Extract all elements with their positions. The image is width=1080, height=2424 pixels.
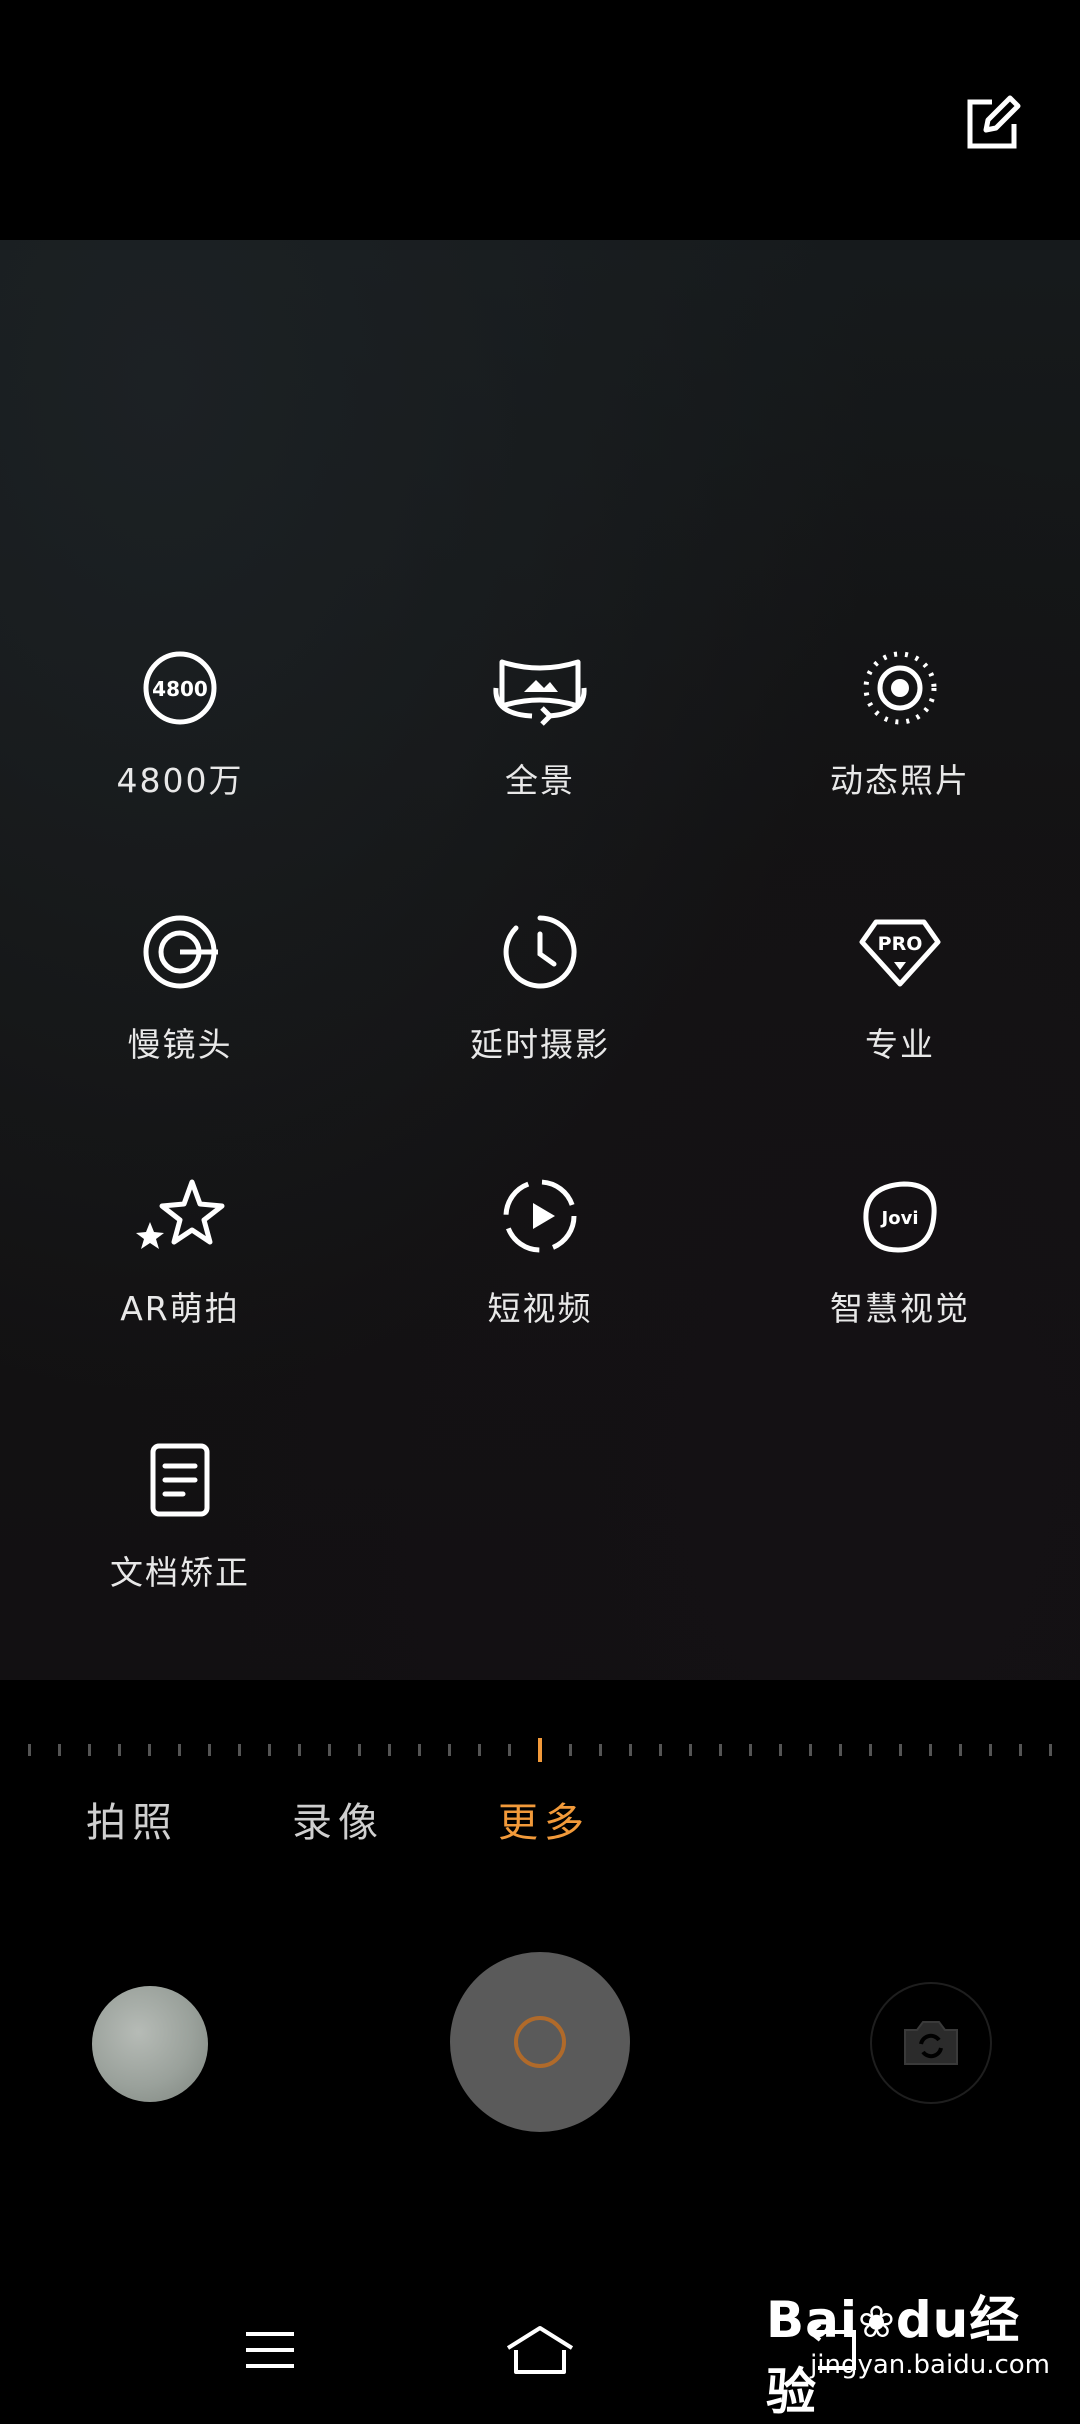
svg-text:Jovi: Jovi (880, 1208, 919, 1229)
document-icon (132, 1432, 228, 1528)
mode-scroll-ruler[interactable] (28, 1738, 1052, 1762)
short-video-icon (492, 1168, 588, 1264)
ar-stars-icon (132, 1168, 228, 1264)
capture-mode-tabs: 拍照 录像 更多 (0, 1790, 1080, 1850)
ruler-tick (659, 1744, 662, 1756)
mode-label: 4800万 (116, 761, 244, 800)
time-lapse-icon (492, 904, 588, 1000)
mode-label: 智慧视觉 (830, 1289, 970, 1328)
ruler-tick (508, 1744, 511, 1756)
home-button[interactable] (504, 2320, 576, 2380)
watermark-url: jingyan.baidu.com (810, 2350, 1050, 2380)
gallery-thumbnail[interactable] (92, 1986, 208, 2102)
ruler-tick (779, 1744, 782, 1756)
ruler-tick (28, 1744, 31, 1756)
ruler-tick (1019, 1744, 1022, 1756)
top-bar (0, 0, 1080, 240)
pro-icon: PRO (852, 904, 948, 1000)
menu-icon (246, 2332, 294, 2368)
svg-text:PRO: PRO (878, 933, 923, 955)
ruler-tick (178, 1744, 181, 1756)
ruler-tick (148, 1744, 151, 1756)
ruler-tick (689, 1744, 692, 1756)
ruler-tick (869, 1744, 872, 1756)
mode-slow-motion[interactable]: 慢镜头 (0, 904, 360, 1168)
ruler-tick (809, 1744, 812, 1756)
ruler-tick (388, 1744, 391, 1756)
mode-label: 延时摄影 (470, 1025, 610, 1064)
mode-label: 专业 (865, 1025, 935, 1064)
ruler-tick (839, 1744, 842, 1756)
tab-more[interactable]: 更多 (498, 1790, 590, 1848)
jovi-icon: Jovi (852, 1168, 948, 1264)
switch-camera-button[interactable] (870, 1982, 992, 2104)
ruler-tick (749, 1744, 752, 1756)
mode-panorama[interactable]: 全景 (360, 640, 720, 904)
ruler-tick (629, 1744, 632, 1756)
mode-label: 动态照片 (830, 761, 970, 800)
mode-label: 慢镜头 (127, 1025, 233, 1064)
mode-ar[interactable]: AR萌拍 (0, 1168, 360, 1432)
home-icon (506, 2326, 574, 2374)
ruler-tick (208, 1744, 211, 1756)
mode-time-lapse[interactable]: 延时摄影 (360, 904, 720, 1168)
ruler-tick (929, 1744, 932, 1756)
ruler-tick (448, 1744, 451, 1756)
mode-pro[interactable]: PRO 专业 (720, 904, 1080, 1168)
ruler-tick (719, 1744, 722, 1756)
camera-viewfinder: 4800 4800万 全景 动态照片 慢镜头 延时摄影 PRO 专业 AR萌拍 … (0, 240, 1080, 1680)
shutter-ring-icon (514, 2016, 566, 2068)
ruler-indicator (538, 1738, 542, 1762)
slow-motion-icon (132, 904, 228, 1000)
ruler-tick (1049, 1744, 1052, 1756)
live-photo-icon (852, 640, 948, 736)
edit-icon (967, 95, 1021, 149)
mode-document[interactable]: 文档矫正 (0, 1432, 360, 1696)
panorama-icon (492, 640, 588, 736)
ruler-tick (599, 1744, 602, 1756)
ruler-tick (358, 1744, 361, 1756)
menu-button[interactable] (234, 2320, 306, 2380)
svg-text:4800: 4800 (152, 677, 208, 701)
shutter-button[interactable] (450, 1952, 630, 2132)
4800-icon: 4800 (132, 640, 228, 736)
mode-label: 短视频 (487, 1289, 593, 1328)
ruler-tick (268, 1744, 271, 1756)
mode-grid: 4800 4800万 全景 动态照片 慢镜头 延时摄影 PRO 专业 AR萌拍 … (0, 640, 1080, 1696)
ruler-tick (418, 1744, 421, 1756)
mode-4800[interactable]: 4800 4800万 (0, 640, 360, 904)
mode-live-photo[interactable]: 动态照片 (720, 640, 1080, 904)
ruler-tick (959, 1744, 962, 1756)
camera-switch-icon (904, 2021, 958, 2065)
ruler-tick (298, 1744, 301, 1756)
mode-label: AR萌拍 (120, 1289, 240, 1328)
ruler-tick (569, 1744, 572, 1756)
edit-modes-button[interactable] (960, 92, 1024, 156)
ruler-tick (58, 1744, 61, 1756)
baidu-jingyan-watermark: Bai❀du经验 jingyan.baidu.com (766, 2280, 1056, 2421)
tab-photo[interactable]: 拍照 (86, 1790, 178, 1848)
mode-label: 全景 (505, 761, 575, 800)
mode-short-video[interactable]: 短视频 (360, 1168, 720, 1432)
tab-video[interactable]: 录像 (292, 1790, 384, 1848)
ruler-tick (118, 1744, 121, 1756)
ruler-tick (328, 1744, 331, 1756)
ruler-tick (478, 1744, 481, 1756)
mode-jovi[interactable]: Jovi 智慧视觉 (720, 1168, 1080, 1432)
ruler-tick (899, 1744, 902, 1756)
ruler-tick (989, 1744, 992, 1756)
ruler-tick (88, 1744, 91, 1756)
mode-label: 文档矫正 (110, 1553, 250, 1592)
ruler-tick (238, 1744, 241, 1756)
